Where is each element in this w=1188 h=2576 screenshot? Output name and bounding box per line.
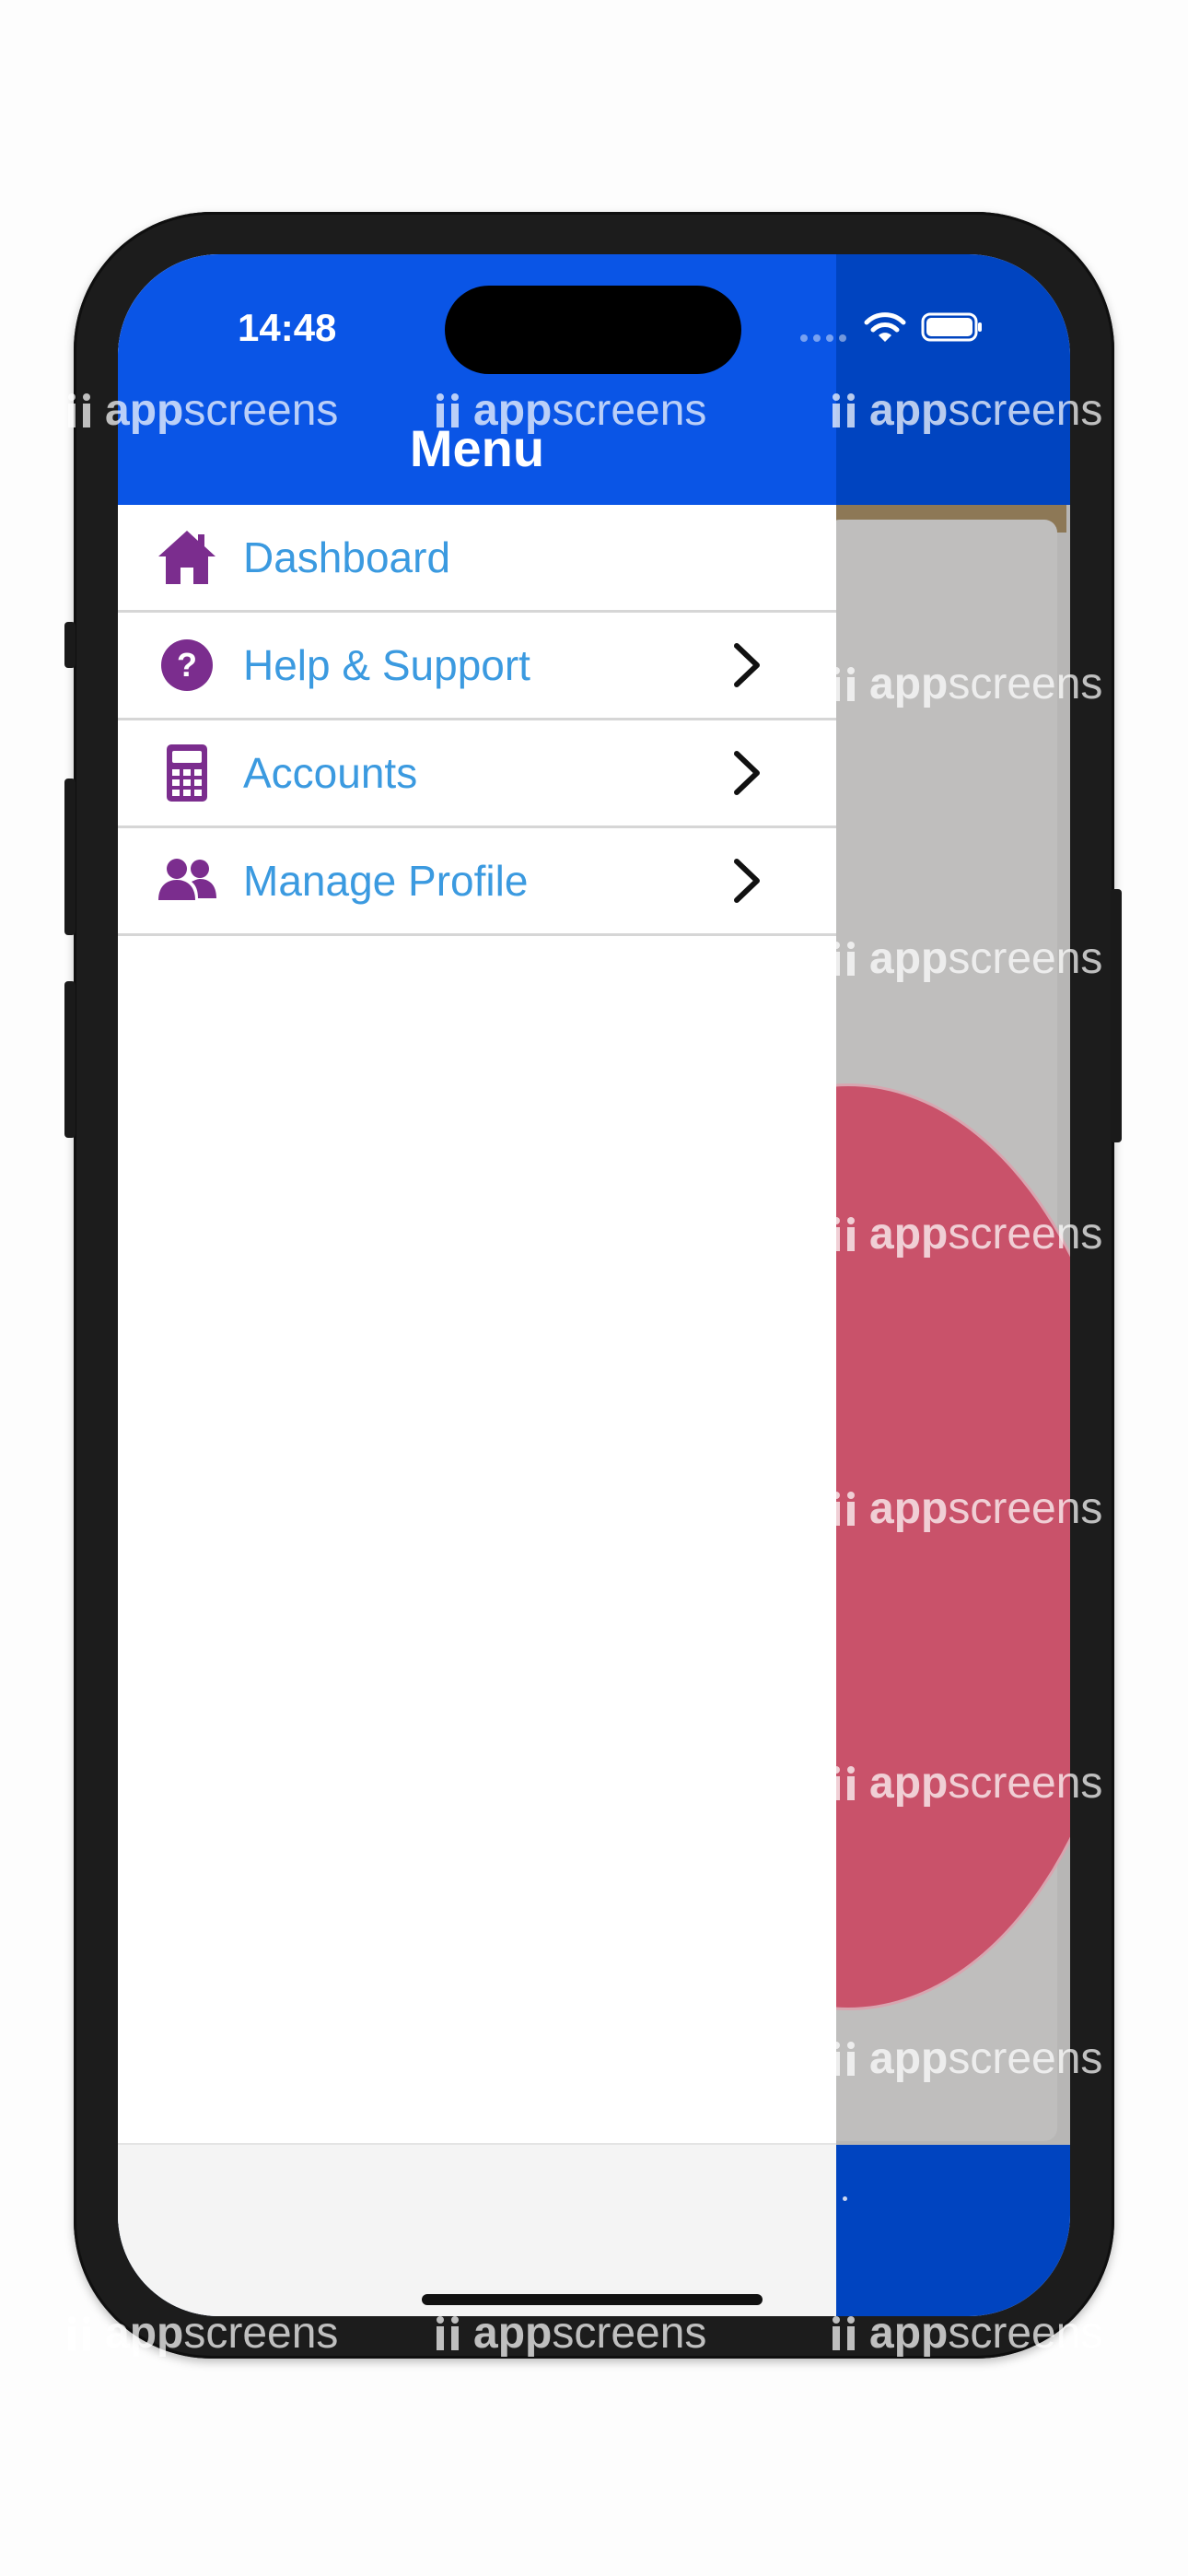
power-button	[1111, 889, 1122, 1142]
status-time: 14:48	[238, 306, 337, 349]
battery-icon	[921, 312, 982, 342]
volume-up-button	[64, 779, 76, 935]
drawer-title: Menu	[409, 419, 545, 477]
device-screen: Menu Dashboard ? Help & Support Accounts…	[118, 254, 1070, 2316]
svg-text:?: ?	[177, 646, 197, 684]
page-indicator-dot	[843, 2196, 847, 2201]
chevron-right-icon	[734, 643, 760, 687]
menu-item-help-support[interactable]: ? Help & Support	[118, 613, 836, 720]
menu-item-label: Help & Support	[243, 641, 530, 689]
chevron-right-icon	[734, 751, 760, 795]
menu-item-label: Manage Profile	[243, 857, 529, 905]
menu-item-manage-profile[interactable]: Manage Profile	[118, 828, 836, 936]
home-icon	[158, 531, 215, 584]
silent-switch	[64, 622, 76, 668]
calculator-icon	[167, 744, 207, 802]
dynamic-island	[445, 286, 741, 374]
help-circle-icon: ?	[161, 639, 213, 691]
appscreens-logo-icon	[68, 2316, 90, 2350]
menu-item-label: Accounts	[243, 749, 418, 797]
volume-down-button	[64, 981, 76, 1138]
users-icon	[158, 859, 216, 900]
menu-item-dashboard[interactable]: Dashboard	[118, 505, 836, 613]
menu-item-label: Dashboard	[243, 533, 451, 581]
drawer-footer	[118, 2143, 836, 2316]
menu-list: Dashboard ? Help & Support Accounts Mana…	[118, 505, 836, 936]
wifi-icon	[864, 312, 906, 342]
side-drawer: Menu Dashboard ? Help & Support Accounts…	[118, 254, 836, 2316]
chevron-right-icon	[734, 859, 760, 903]
signal-dots-icon	[800, 334, 846, 342]
home-indicator[interactable]	[422, 2294, 763, 2305]
menu-item-accounts[interactable]: Accounts	[118, 720, 836, 828]
